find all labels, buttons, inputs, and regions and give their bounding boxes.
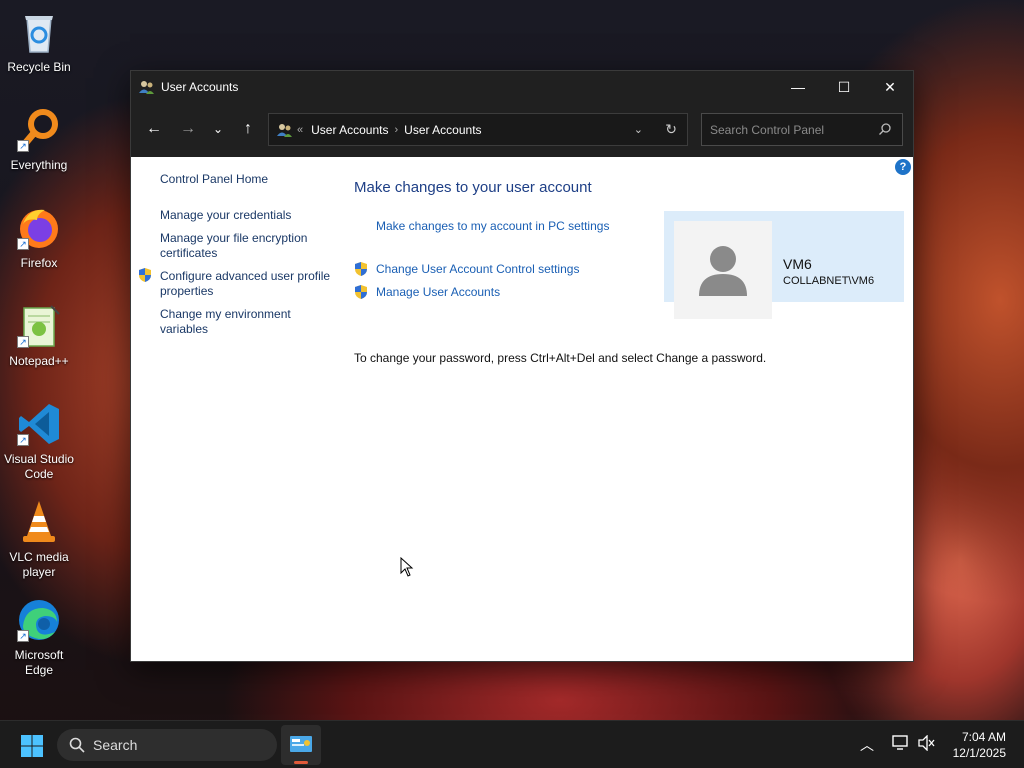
change-uac-settings-link[interactable]: Change User Account Control settings	[376, 262, 579, 276]
search-icon[interactable]	[878, 122, 892, 136]
help-icon[interactable]: ?	[895, 159, 911, 175]
manage-file-encryption-link[interactable]: Manage your file encryption certificates	[160, 231, 335, 261]
address-bar[interactable]: « User Accounts › User Accounts ⌄ ↻	[268, 113, 688, 146]
window-controls: — ☐ ✕	[775, 71, 913, 103]
search-placeholder: Search Control Panel	[710, 122, 825, 137]
vscode-icon: ↗	[15, 400, 63, 448]
avatar	[674, 221, 772, 319]
manage-credentials-link[interactable]: Manage your credentials	[160, 208, 335, 223]
uac-shield-icon	[355, 285, 367, 299]
mouse-cursor-icon	[400, 557, 414, 577]
close-icon: ✕	[884, 78, 896, 95]
desktop-icon-label: Notepad++	[9, 354, 69, 368]
user-accounts-window: User Accounts — ☐ ✕ ← → ⌄ ↑ « User Accou…	[130, 70, 914, 662]
desktop-icon-vscode[interactable]: ↗ Visual Studio Code	[0, 400, 78, 482]
desktop-icon-everything[interactable]: ↗ Everything	[0, 106, 78, 173]
overflow-chevrons-icon[interactable]: «	[297, 124, 303, 136]
maximize-icon: ☐	[837, 78, 851, 95]
shortcut-arrow-icon: ↗	[17, 238, 29, 250]
back-button[interactable]: ←	[139, 114, 169, 144]
desktop-icon-label: Microsoft Edge	[14, 648, 64, 677]
taskbar-search-label: Search	[93, 737, 138, 753]
pc-settings-link[interactable]: Make changes to my account in PC setting…	[376, 219, 609, 233]
breadcrumb-user-accounts-parent[interactable]: User Accounts	[311, 123, 388, 137]
content-area: ? Control Panel Home Manage your credent…	[131, 157, 913, 661]
account-card: VM6 COLLABNET\VM6	[664, 211, 904, 319]
everything-search-icon: ↗	[15, 106, 63, 154]
clock-date: 12/1/2025	[952, 746, 1006, 760]
page-title: Make changes to your user account	[354, 179, 592, 196]
uac-shield-icon	[355, 262, 367, 276]
up-button[interactable]: ↑	[233, 114, 263, 144]
refresh-icon[interactable]: ↻	[665, 121, 677, 138]
control-panel-icon	[290, 736, 312, 752]
account-domain: COLLABNET\VM6	[783, 275, 875, 287]
edge-icon: ↗	[15, 596, 63, 644]
desktop-icon-label: Everything	[10, 158, 68, 172]
windows-start-icon[interactable]	[20, 734, 44, 758]
user-accounts-icon	[139, 81, 154, 94]
configure-advanced-profile-link[interactable]: Configure advanced user profile properti…	[160, 269, 335, 299]
arrow-left-icon: ←	[146, 120, 162, 137]
clock-time: 7:04 AM	[961, 730, 1006, 744]
shortcut-arrow-icon: ↗	[17, 434, 29, 446]
desktop-icon-label: Recycle Bin	[7, 60, 71, 74]
chevron-down-icon: ⌄	[212, 122, 224, 136]
desktop-icon-vlc[interactable]: VLC media player	[0, 498, 78, 580]
address-history-dropdown-icon[interactable]: ⌄	[634, 123, 643, 136]
desktop-icon-recycle-bin[interactable]: Recycle Bin	[0, 8, 78, 75]
user-accounts-icon	[277, 123, 292, 137]
manage-user-accounts-link[interactable]: Manage User Accounts	[376, 285, 500, 299]
desktop-icon-label: Visual Studio Code	[4, 452, 74, 481]
navigation-bar: ← → ⌄ ↑ « User Accounts › User Accounts …	[131, 103, 913, 155]
shortcut-arrow-icon: ↗	[17, 336, 29, 348]
desktop-icon-firefox[interactable]: ↗ Firefox	[0, 204, 78, 271]
arrow-up-icon: ↑	[244, 120, 252, 137]
title-bar[interactable]: User Accounts — ☐ ✕	[131, 71, 913, 103]
window-title: User Accounts	[161, 80, 239, 94]
account-name: VM6	[783, 256, 812, 272]
maximize-button[interactable]: ☐	[821, 71, 867, 103]
recent-locations-button[interactable]: ⌄	[203, 114, 233, 144]
arrow-right-icon: →	[180, 120, 196, 137]
password-hint-text: To change your password, press Ctrl+Alt+…	[354, 351, 767, 365]
user-avatar-icon	[699, 246, 747, 296]
shortcut-arrow-icon: ↗	[17, 140, 29, 152]
system-clock[interactable]: 7:04 AM 12/1/2025	[953, 729, 1006, 761]
search-icon	[69, 737, 85, 753]
taskbar: Search ︿ 7:04 AM 12/1/2025	[0, 720, 1024, 768]
breadcrumb-separator-icon[interactable]: ›	[395, 124, 399, 136]
taskbar-search-box[interactable]: Search	[57, 729, 277, 761]
uac-shield-icon	[139, 268, 151, 282]
active-app-indicator	[294, 761, 308, 764]
change-environment-variables-link[interactable]: Change my environment variables	[160, 307, 335, 337]
desktop-icon-label: Firefox	[20, 256, 58, 270]
vlc-icon	[15, 498, 63, 546]
firefox-icon: ↗	[15, 204, 63, 252]
network-icon[interactable]	[892, 735, 910, 751]
minimize-icon: —	[791, 79, 805, 95]
desktop-icon-label: VLC media player	[9, 550, 69, 579]
close-button[interactable]: ✕	[867, 71, 913, 103]
control-panel-home-link[interactable]: Control Panel Home	[160, 172, 335, 187]
recycle-bin-icon	[15, 8, 63, 56]
desktop-icon-notepad-plus-plus[interactable]: ↗ Notepad++	[0, 302, 78, 369]
taskbar-control-panel-button[interactable]	[281, 725, 321, 765]
notepad-plus-plus-icon: ↗	[15, 302, 63, 350]
volume-muted-icon[interactable]	[918, 735, 936, 751]
desktop-icon-edge[interactable]: ↗ Microsoft Edge	[0, 596, 78, 678]
show-hidden-icons-chevron-icon[interactable]: ︿	[860, 735, 874, 755]
shortcut-arrow-icon: ↗	[17, 630, 29, 642]
forward-button[interactable]: →	[173, 114, 203, 144]
search-control-panel-input[interactable]: Search Control Panel	[701, 113, 903, 146]
minimize-button[interactable]: —	[775, 71, 821, 103]
breadcrumb-user-accounts-current[interactable]: User Accounts	[404, 123, 481, 137]
